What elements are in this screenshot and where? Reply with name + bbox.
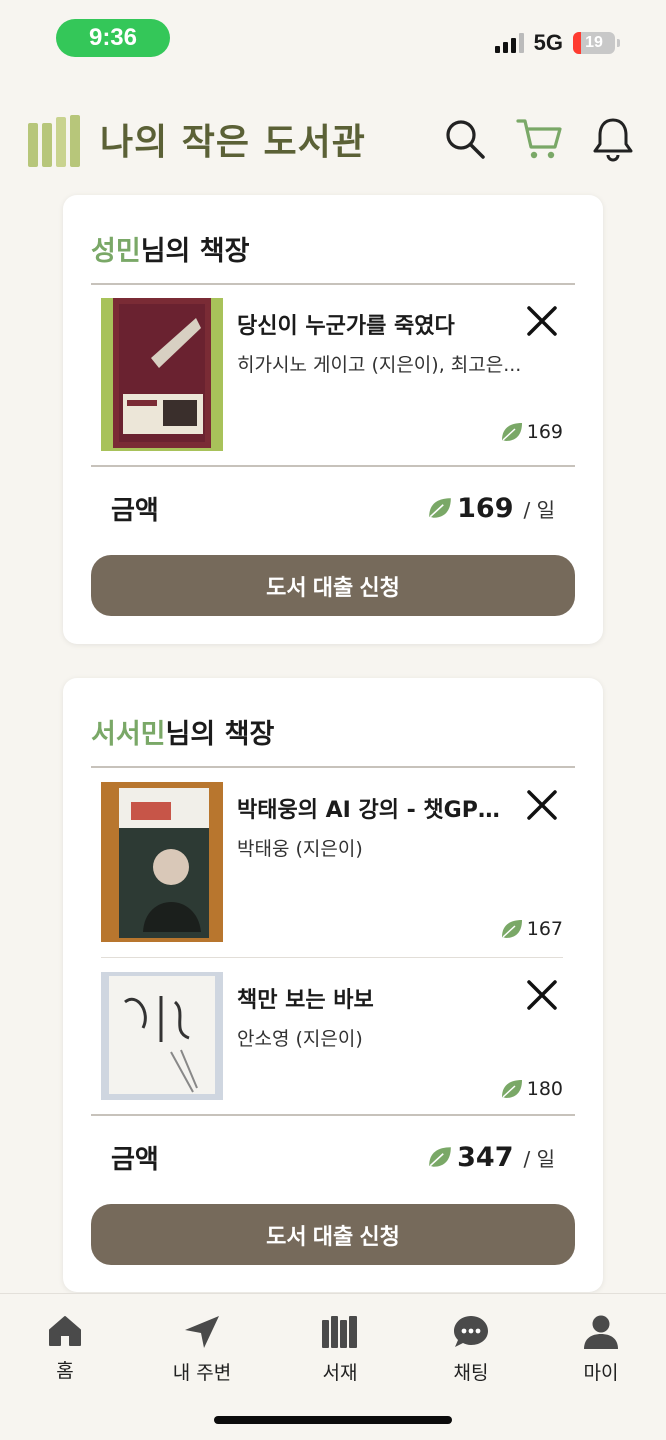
total-unit: / 일	[523, 497, 556, 522]
total-label: 금액	[111, 1144, 159, 1175]
signal-icon	[494, 33, 524, 53]
nav-label: 홈	[56, 1360, 74, 1382]
leaf-icon	[501, 423, 522, 441]
total-value: 169	[457, 492, 514, 524]
loan-request-button[interactable]: 도서 대출 신청	[91, 1204, 575, 1265]
book-author: 박태웅 (지은이)	[237, 838, 363, 860]
book-price: 180	[500, 1078, 563, 1100]
nav-item-chat[interactable]: 채팅	[416, 1314, 526, 1385]
app-header: 나의 작은 도서관	[28, 108, 636, 170]
nav-item-home[interactable]: 홈	[10, 1314, 120, 1383]
location-arrow-icon	[185, 1316, 219, 1348]
total-amount: 347 / 일	[427, 1142, 555, 1173]
leaf-icon	[429, 498, 451, 518]
nav-label: 내 주변	[172, 1362, 232, 1384]
person-icon	[584, 1315, 618, 1349]
book-title: 박태웅의 AI 강의 - 챗GPT...	[237, 798, 507, 823]
shelf-title: 서서민님의 책장	[91, 712, 274, 751]
nav-item-my[interactable]: 마이	[546, 1314, 656, 1385]
leaf-icon	[429, 1147, 451, 1167]
total-unit: / 일	[523, 1146, 556, 1171]
remove-book-button[interactable]	[525, 304, 559, 338]
battery-level: 19	[585, 34, 603, 51]
book-item[interactable]: 박태웅의 AI 강의 - 챗GPT... 박태웅 (지은이) 167	[101, 782, 563, 942]
book-cover	[101, 972, 223, 1100]
book-title: 책만 보는 바보	[237, 988, 374, 1013]
total-row: 금액 347 / 일	[111, 1137, 555, 1177]
book-author: 안소영 (지은이)	[237, 1028, 363, 1050]
bookshelf-logo-icon	[28, 111, 86, 167]
shelf-owner: 성민	[91, 236, 141, 267]
nav-label: 서재	[322, 1362, 358, 1384]
shelf-owner: 서서민	[91, 719, 166, 750]
book-cover	[101, 782, 223, 942]
nav-item-nearby[interactable]: 내 주변	[147, 1314, 257, 1385]
remove-book-button[interactable]	[525, 788, 559, 822]
book-price: 169	[500, 421, 563, 443]
status-time: 9:36	[56, 19, 170, 57]
network-type: 5G	[533, 30, 563, 55]
book-author: 히가시노 게이고 (지은이), 최고은...	[237, 354, 522, 376]
status-indicators: 5G 19	[494, 30, 620, 56]
bell-icon[interactable]	[590, 116, 636, 162]
book-title: 당신이 누군가를 죽였다	[237, 314, 455, 339]
total-label: 금액	[111, 495, 159, 526]
home-icon	[49, 1316, 81, 1346]
shelf-title-suffix: 님의 책장	[140, 236, 250, 267]
shelf-title: 성민님의 책장	[91, 229, 249, 268]
chat-icon	[454, 1316, 488, 1347]
nav-item-library[interactable]: 서재	[285, 1314, 395, 1385]
book-price: 167	[500, 918, 563, 940]
shelf-title-suffix: 님의 책장	[165, 719, 275, 750]
total-row: 금액 169 / 일	[111, 488, 555, 528]
remove-book-button[interactable]	[525, 978, 559, 1012]
search-icon[interactable]	[442, 116, 488, 162]
app-title: 나의 작은 도서관	[100, 122, 366, 163]
book-cover	[101, 298, 223, 451]
battery-icon: 19	[573, 32, 615, 54]
bookshelf-icon	[322, 1316, 357, 1348]
total-value: 347	[457, 1141, 514, 1173]
nav-label: 마이	[583, 1362, 619, 1384]
book-item[interactable]: 당신이 누군가를 죽였다 히가시노 게이고 (지은이), 최고은... 169	[101, 298, 563, 453]
leaf-icon	[501, 920, 522, 938]
book-item[interactable]: 책만 보는 바보 안소영 (지은이) 180	[101, 972, 563, 1102]
leaf-icon	[501, 1080, 522, 1098]
cart-icon[interactable]	[516, 116, 562, 162]
shelf-card: 성민님의 책장 당신이 누군가를 죽였다 히가시노 게이고 (지은이), 최고은…	[63, 195, 603, 644]
loan-request-button[interactable]: 도서 대출 신청	[91, 555, 575, 616]
nav-label: 채팅	[453, 1362, 489, 1384]
total-amount: 169 / 일	[427, 493, 555, 524]
shelf-card: 서서민님의 책장 박태웅의 AI 강의 - 챗GPT... 박태웅 (지은이) …	[63, 678, 603, 1292]
home-indicator[interactable]	[214, 1416, 452, 1424]
